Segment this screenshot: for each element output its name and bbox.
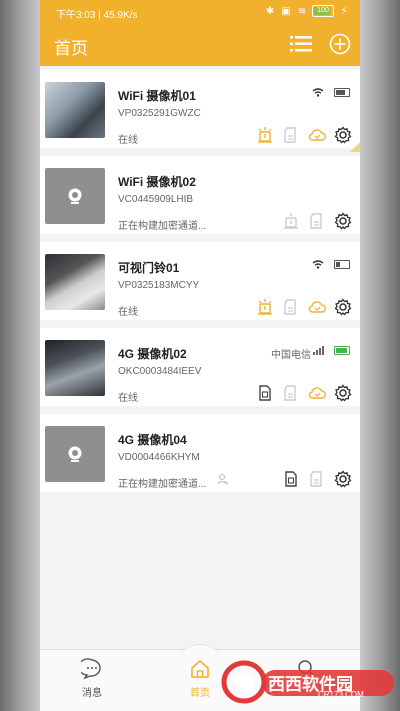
battery-icon <box>334 260 350 269</box>
camera-placeholder-icon <box>68 188 82 204</box>
wifi-signal-icon <box>312 260 324 269</box>
list-icon[interactable] <box>290 34 312 54</box>
app-screen: 下午3:03 | 45.9K/s ✱ ▣ ≋ 100 ⚡ 首页 WiFi 摄像机… <box>40 0 360 711</box>
wifi-icon: ≋ <box>297 5 307 17</box>
device-name: WiFi 摄像机02 <box>118 175 196 189</box>
tab-label: 消息 <box>82 688 102 699</box>
battery-text: 100 <box>317 7 329 14</box>
sd-card-icon[interactable] <box>282 126 300 144</box>
status-icons: ✱ ▣ ≋ 100 ⚡ <box>264 5 350 17</box>
status-bar: 下午3:03 | 45.9K/s ✱ ▣ ≋ 100 ⚡ <box>40 0 360 22</box>
home-icon <box>191 659 209 678</box>
device-thumbnail[interactable] <box>45 426 105 482</box>
tab-messages[interactable]: 消息 <box>62 658 122 699</box>
battery-indicator: 100 <box>312 5 334 17</box>
device-thumbnail[interactable] <box>45 168 105 224</box>
alarm-icon[interactable] <box>256 126 274 144</box>
wifi-signal-icon <box>312 88 324 97</box>
sim-card-icon[interactable] <box>256 384 274 402</box>
device-serial: VD0004466KHYM <box>118 452 200 463</box>
selection-corner-mark <box>350 142 360 152</box>
cloud-icon[interactable] <box>308 126 326 144</box>
device-status: 在线 <box>118 135 138 146</box>
device-thumbnail[interactable] <box>45 340 105 396</box>
device-card[interactable]: WiFi 摄像机02 VC0445909LHIB 正在构建加密通道... <box>40 156 360 234</box>
page-title: 首页 <box>54 39 88 58</box>
battery-charging-icon <box>334 346 350 355</box>
device-status: 正在构建加密通道... <box>118 221 207 232</box>
sim-card-icon[interactable] <box>282 470 300 488</box>
device-top-indicators <box>313 346 350 355</box>
device-serial: VC0445909LHIB <box>118 194 194 205</box>
device-status: 正在构建加密通道... <box>118 479 207 490</box>
device-card[interactable]: WiFi 摄像机01 VP0325291GWZC 在线 <box>40 70 360 152</box>
alarm-icon[interactable] <box>282 212 300 230</box>
device-name: 可视门铃01 <box>118 261 180 275</box>
status-time-speed: 下午3:03 | 45.9K/s <box>56 10 138 21</box>
camera-placeholder-icon <box>68 446 82 462</box>
message-icon <box>81 658 101 680</box>
add-icon[interactable] <box>329 33 351 55</box>
device-card[interactable]: 4G 摄像机04 VD0004466KHYM 正在构建加密通道... <box>40 414 360 492</box>
device-serial: VP0325183MCYY <box>118 280 200 291</box>
charging-icon: ⚡ <box>340 5 348 17</box>
carrier-label: 中国电信 <box>271 350 311 361</box>
device-actions <box>256 298 352 316</box>
device-actions <box>282 470 352 488</box>
device-actions <box>282 212 352 230</box>
device-serial: OKC0003484IEEV <box>118 366 202 377</box>
watermark-subtext: CR173.COM <box>318 690 364 699</box>
device-name: 4G 摄像机04 <box>118 433 187 447</box>
bluetooth-icon: ✱ <box>265 5 275 17</box>
alarm-icon[interactable] <box>256 298 274 316</box>
device-name: WiFi 摄像机01 <box>118 89 196 103</box>
sim-icon: ▣ <box>281 5 291 17</box>
top-bar: 首页 <box>40 22 360 66</box>
settings-gear-icon[interactable] <box>334 470 352 488</box>
device-card[interactable]: 可视门铃01 VP0325183MCYY 在线 <box>40 242 360 320</box>
device-top-indicators <box>312 260 350 269</box>
device-thumbnail[interactable] <box>45 254 105 310</box>
device-actions <box>256 126 352 144</box>
cloud-icon[interactable] <box>308 384 326 402</box>
device-thumbnail[interactable] <box>45 82 105 138</box>
device-actions <box>256 384 352 402</box>
settings-gear-icon[interactable] <box>334 298 352 316</box>
share-user-icon <box>217 474 229 485</box>
battery-icon <box>334 88 350 97</box>
device-name: 4G 摄像机02 <box>118 347 187 361</box>
page-root: 下午3:03 | 45.9K/s ✱ ▣ ≋ 100 ⚡ 首页 WiFi 摄像机… <box>0 0 400 711</box>
device-status: 在线 <box>118 307 138 318</box>
sd-card-icon[interactable] <box>282 384 300 402</box>
sd-card-icon[interactable] <box>308 212 326 230</box>
device-status: 在线 <box>118 393 138 404</box>
device-card[interactable]: 4G 摄像机02 OKC0003484IEEV 在线 中国电信 <box>40 328 360 406</box>
tab-label: 首页 <box>190 688 210 699</box>
sd-card-icon[interactable] <box>282 298 300 316</box>
settings-gear-icon[interactable] <box>334 212 352 230</box>
settings-gear-icon[interactable] <box>334 384 352 402</box>
sd-card-icon[interactable] <box>308 470 326 488</box>
cloud-icon[interactable] <box>308 298 326 316</box>
device-top-indicators <box>312 88 350 97</box>
device-serial: VP0325291GWZC <box>118 108 201 119</box>
cell-signal-icon <box>313 346 324 355</box>
